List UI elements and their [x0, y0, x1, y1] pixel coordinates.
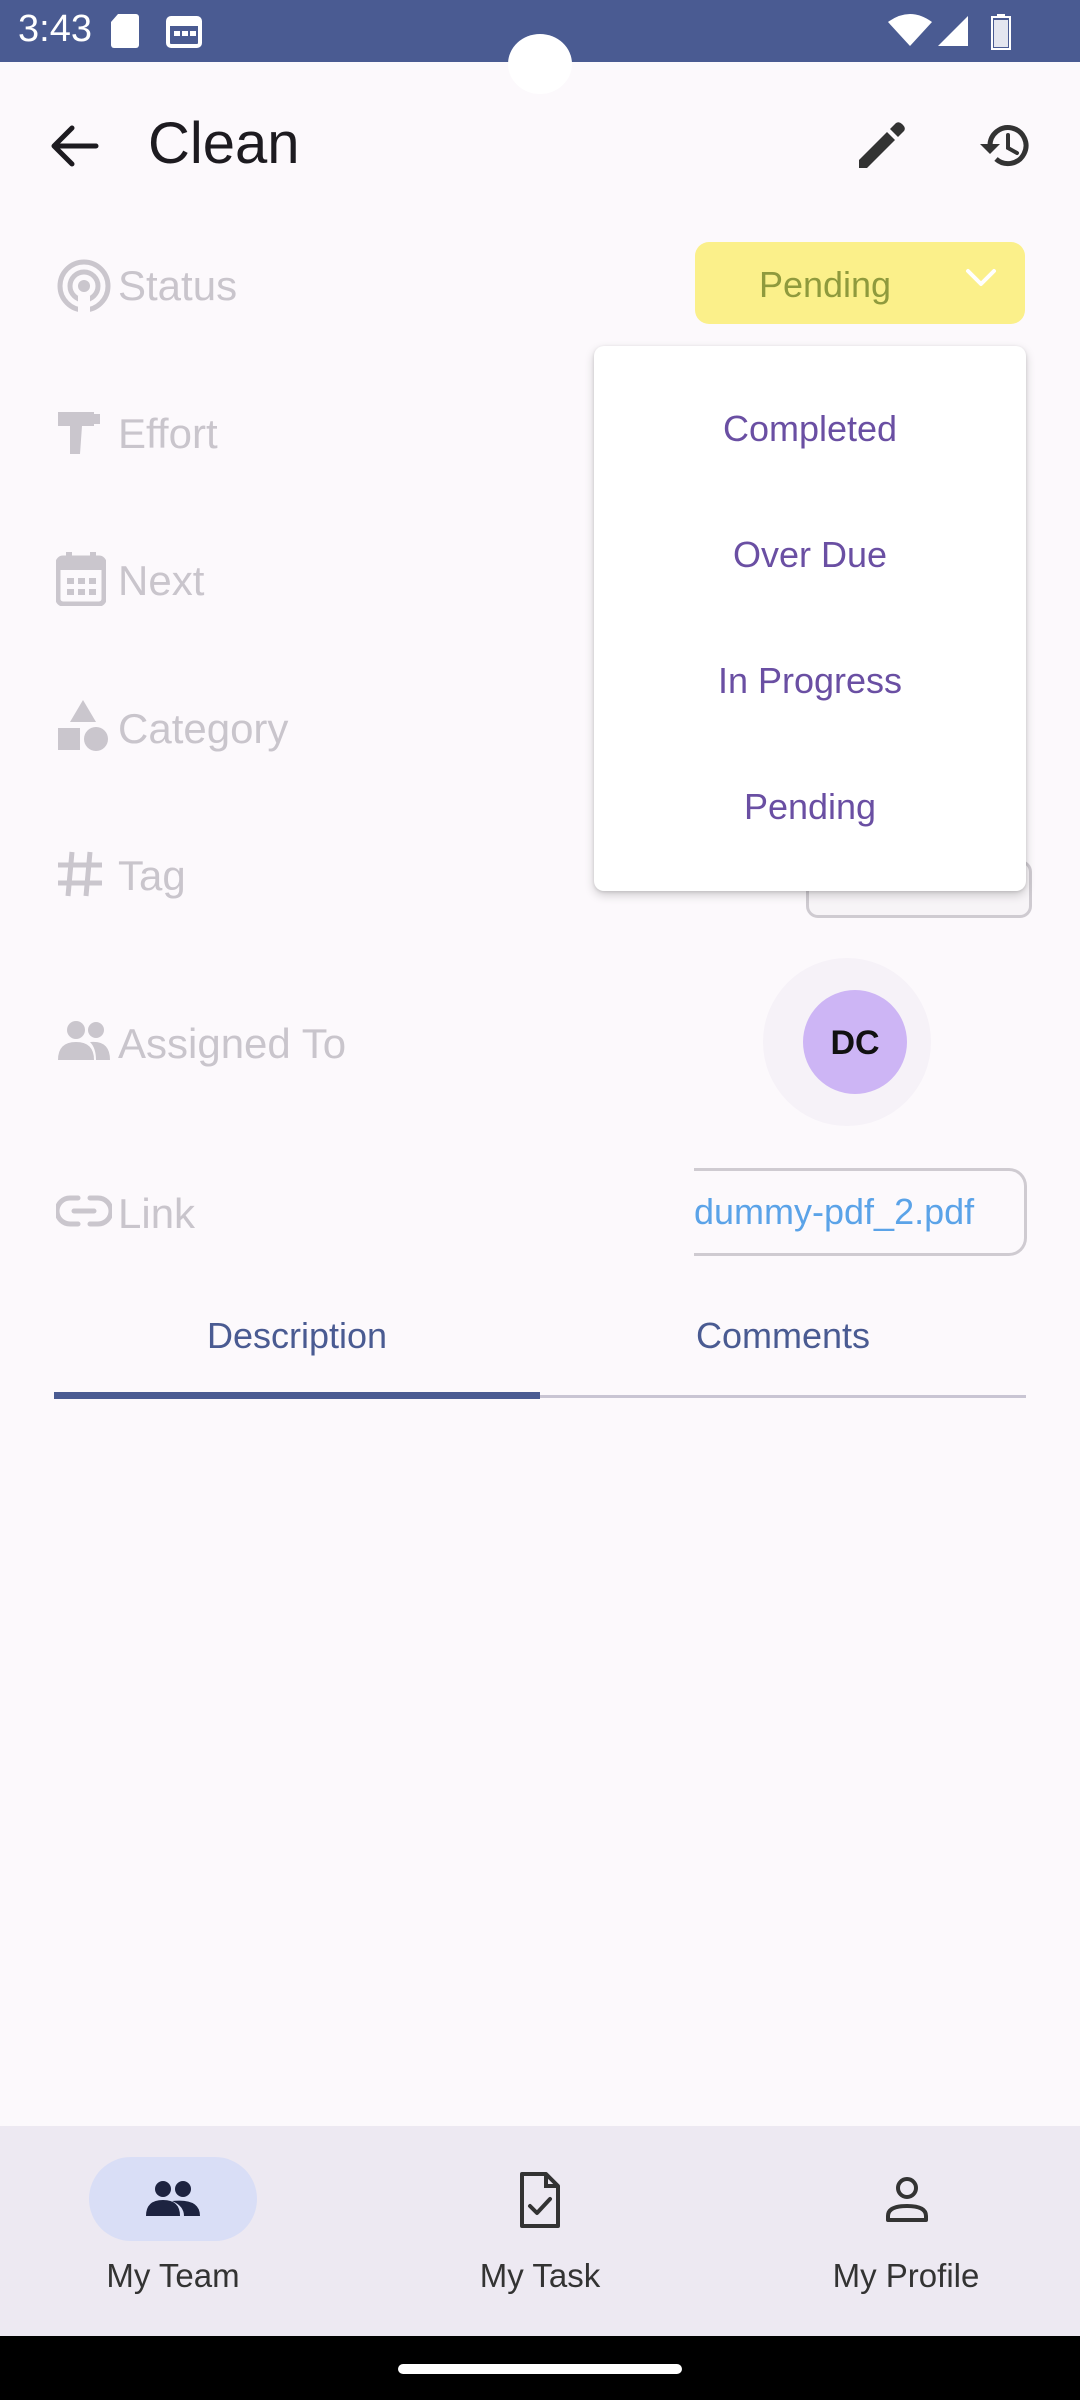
menu-item-completed[interactable]: Completed [594, 408, 1026, 450]
status-dropdown-menu: Completed Over Due In Progress Pending [594, 346, 1026, 891]
menu-item-over-due[interactable]: Over Due [594, 534, 1026, 576]
assignee-initials: DC [830, 1024, 880, 1062]
menu-item-pending[interactable]: Pending [594, 786, 1026, 828]
assignee-avatar[interactable]: DC [803, 990, 907, 1094]
shapes-category-icon [58, 700, 108, 751]
person-icon[interactable] [884, 2176, 930, 2224]
back-arrow-icon[interactable] [50, 124, 100, 168]
link-label: Link [118, 1190, 196, 1237]
page-title: Clean [148, 111, 300, 176]
link-field[interactable]: dummy-pdf_2.pdf [694, 1168, 1027, 1256]
menu-item-in-progress[interactable]: In Progress [594, 660, 1026, 702]
effort-label: Effort [118, 410, 218, 457]
status-time: 3:43 [18, 8, 92, 50]
calendar-icon [166, 16, 202, 48]
battery-icon [991, 14, 1011, 50]
status-selected-value: Pending [758, 264, 892, 305]
next-label: Next [118, 557, 205, 604]
chevron-down-icon [966, 269, 996, 286]
link-value[interactable]: dummy-pdf_2.pdf [694, 1191, 974, 1233]
sd-card-icon [111, 14, 139, 48]
category-label: Category [118, 705, 289, 752]
edit-pencil-icon[interactable] [855, 120, 907, 172]
home-gesture-handle[interactable] [398, 2364, 682, 2374]
tag-label: Tag [118, 852, 186, 899]
calendar-grid-icon [56, 552, 106, 606]
nav-label-my-team[interactable]: My Team [23, 2257, 323, 2295]
nav-label-my-task[interactable]: My Task [390, 2257, 690, 2295]
link-icon [56, 1195, 112, 1227]
wifi-icon [888, 14, 932, 46]
history-icon[interactable] [978, 120, 1034, 172]
tab-description[interactable]: Description [54, 1315, 540, 1357]
group-icon[interactable] [142, 2180, 204, 2216]
active-tab-indicator [54, 1392, 540, 1399]
status-broadcast-icon [57, 259, 111, 314]
camera-cutout [508, 34, 572, 94]
nav-label-my-profile[interactable]: My Profile [756, 2257, 1056, 2295]
tab-comments[interactable]: Comments [540, 1315, 1026, 1357]
cell-signal-icon [938, 16, 968, 46]
status-dropdown[interactable]: Pending [695, 242, 1025, 324]
status-label: Status [118, 262, 238, 309]
people-icon [58, 1021, 110, 1060]
task-doc-icon[interactable] [518, 2172, 562, 2228]
hammer-icon [58, 412, 100, 454]
assigned-to-label: Assigned To [118, 1020, 347, 1067]
hashtag-icon [58, 851, 102, 897]
